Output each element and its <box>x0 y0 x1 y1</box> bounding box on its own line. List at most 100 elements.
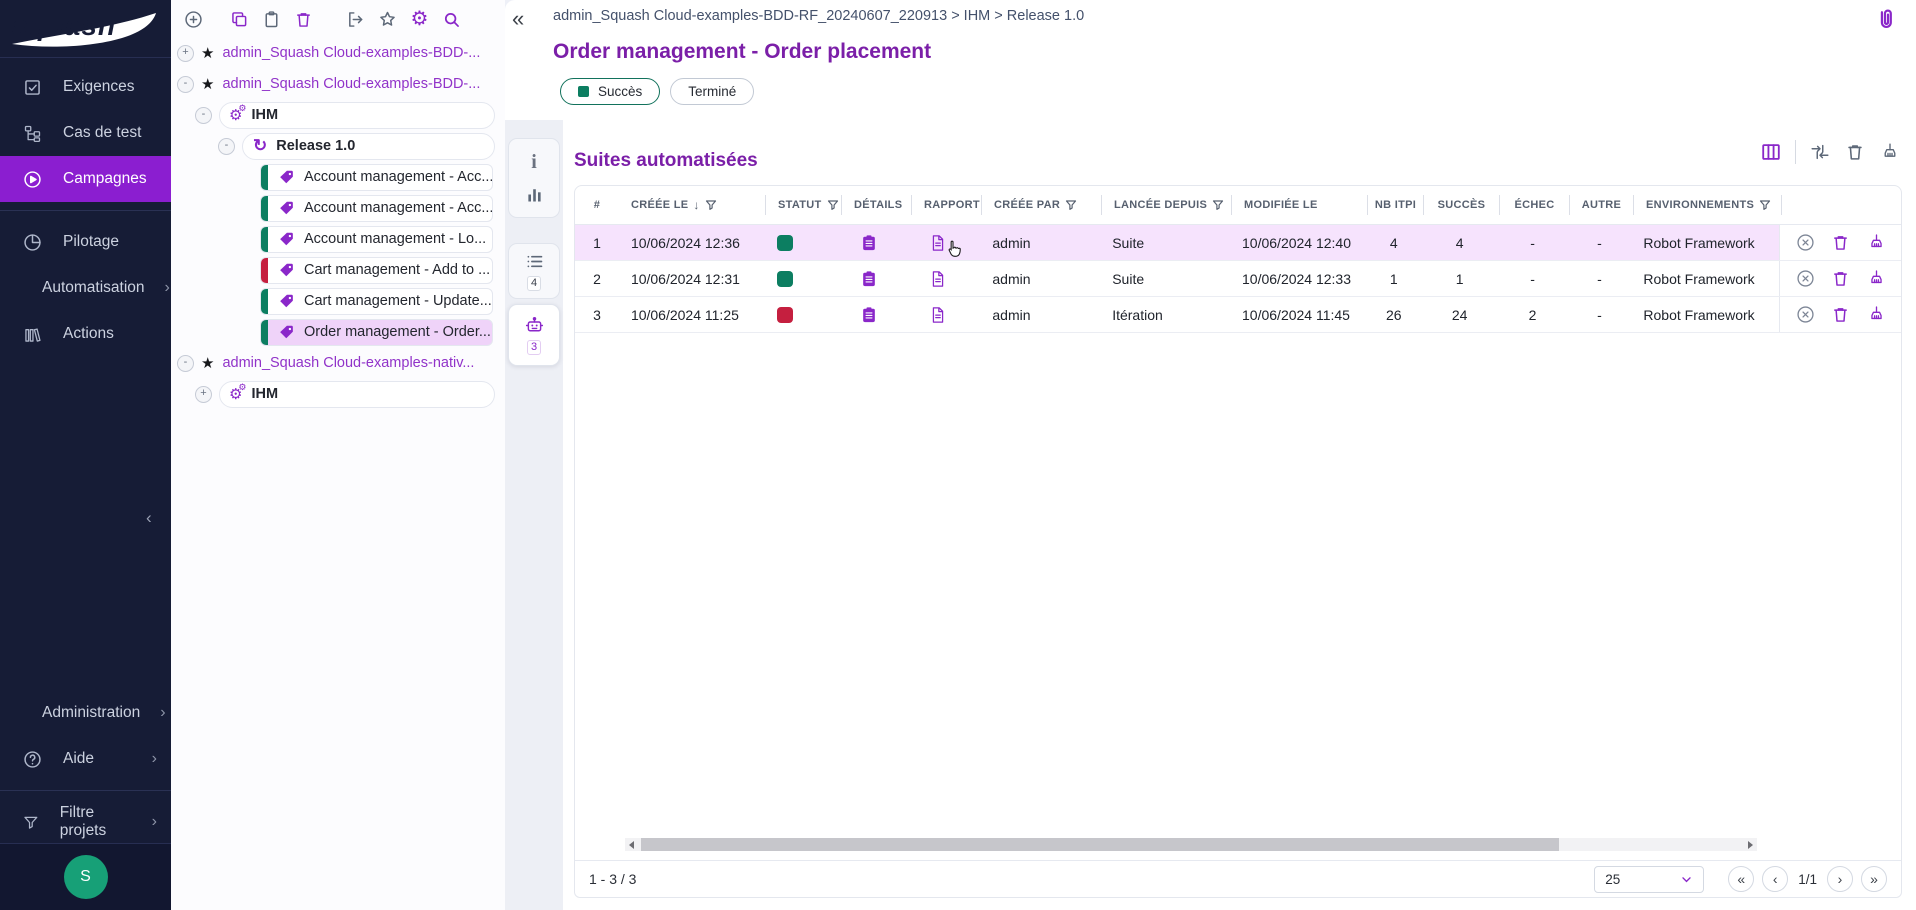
details-icon[interactable] <box>859 233 879 253</box>
delete-icon[interactable] <box>293 9 314 30</box>
column-header-cre-e-e-par[interactable]: CRÉÉE PAR <box>981 195 1101 215</box>
cancel-suite-icon[interactable] <box>1795 304 1816 325</box>
sidebar-item-filtre-projets[interactable]: Filtre projets › <box>0 799 171 845</box>
sidebar-item-automatisation[interactable]: Automatisation › <box>0 265 171 311</box>
column-header-nb-itpi[interactable]: NB ITPI <box>1367 195 1423 215</box>
sidebar-item-campagnes[interactable]: Campagnes <box>0 156 171 202</box>
sidebar-item-exigences[interactable]: Exigences <box>0 64 171 110</box>
tree-project-label[interactable]: admin_Squash Cloud-examples-BDD-... <box>222 45 480 61</box>
scroll-right-arrow[interactable] <box>1748 841 1753 849</box>
export-icon[interactable] <box>345 9 366 30</box>
table-row-suite-2[interactable]: 2 10/06/2024 12:31 admin Suite 10/06/202… <box>575 261 1901 297</box>
filter-funnel-icon[interactable] <box>827 199 839 211</box>
tree-expander[interactable]: - <box>218 138 235 155</box>
cancel-suite-icon[interactable] <box>1795 268 1816 289</box>
executions-tab[interactable]: 4 <box>508 243 560 299</box>
filter-funnel-icon[interactable] <box>705 199 717 211</box>
tree-iteration-cart-management-add-to[interactable]: Cart management - Add to ... <box>260 257 493 284</box>
tree-node-release-1-0[interactable]: ↻Release 1.0 <box>242 133 495 160</box>
sidebar-item-administration[interactable]: Administration › <box>0 690 171 736</box>
filter-columns-icon[interactable] <box>1809 141 1831 163</box>
configure-columns-icon[interactable] <box>1760 141 1782 163</box>
horizontal-scrollbar[interactable] <box>625 838 1757 851</box>
automated-suites-tab[interactable]: 3 <box>508 304 560 366</box>
scrollbar-thumb[interactable] <box>641 838 1559 851</box>
tree-expander[interactable]: + <box>195 386 212 403</box>
tree-iteration-account-management-acc[interactable]: Account management - Acc... <box>260 164 493 191</box>
search-icon[interactable] <box>441 9 462 30</box>
clean-suite-icon[interactable] <box>1866 268 1887 289</box>
page-size-select[interactable]: 25 <box>1594 866 1704 893</box>
delete-suite-icon[interactable] <box>1830 304 1851 325</box>
table-row-suite-1[interactable]: 1 10/06/2024 12:36 admin Suite 10/06/202… <box>575 225 1901 261</box>
delete-suite-icon[interactable] <box>1830 268 1851 289</box>
collapse-tree-button[interactable]: « <box>512 6 524 32</box>
column-header-autre[interactable]: AUTRE <box>1569 195 1633 215</box>
column-header-rapport[interactable]: RAPPORT <box>911 195 981 215</box>
tree-expander[interactable]: + <box>177 45 194 62</box>
column-header-environnements[interactable]: ENVIRONNEMENTS <box>1633 195 1781 215</box>
tree-node-ihm[interactable]: ⚙⚙IHM <box>219 102 495 129</box>
tree-expander[interactable]: - <box>177 355 194 372</box>
delete-suite-icon[interactable] <box>1830 232 1851 253</box>
cancel-suite-icon[interactable] <box>1795 232 1816 253</box>
settings-icon[interactable]: ⚙ <box>409 9 430 30</box>
tree-project-label[interactable]: admin_Squash Cloud-examples-BDD-... <box>222 76 480 92</box>
sidebar-collapse-icon[interactable]: ‹ <box>146 508 152 528</box>
user-avatar[interactable]: S <box>64 855 108 899</box>
tree-expander[interactable]: - <box>177 76 194 93</box>
tree-node-ihm[interactable]: ⚙⚙IHM <box>219 381 495 408</box>
attachments-paperclip-icon[interactable] <box>1872 6 1900 36</box>
cell-created-by: admin <box>980 225 1100 260</box>
next-page-button[interactable]: › <box>1827 866 1853 892</box>
report-icon[interactable] <box>928 269 948 289</box>
copy-icon[interactable] <box>229 9 250 30</box>
status-bar-green <box>261 319 268 346</box>
filter-funnel-icon[interactable] <box>1212 199 1224 211</box>
filter-funnel-icon[interactable] <box>1065 199 1077 211</box>
last-page-button[interactable]: » <box>1861 866 1887 892</box>
tree-iteration-order-management-order[interactable]: Order management - Order... <box>260 319 493 346</box>
details-icon[interactable] <box>859 305 879 325</box>
clean-suites-icon[interactable] <box>1879 141 1901 163</box>
breadcrumb[interactable]: admin_Squash Cloud-examples-BDD-RF_20240… <box>553 8 1084 24</box>
column-header-num[interactable]: # <box>575 195 619 215</box>
cell-launched-from: Suite <box>1100 261 1230 296</box>
sort-desc-icon[interactable]: ↓ <box>693 198 699 212</box>
first-page-button[interactable]: « <box>1728 866 1754 892</box>
add-icon[interactable] <box>183 9 204 30</box>
clean-suite-icon[interactable] <box>1866 232 1887 253</box>
star-icon: ★ <box>201 354 214 372</box>
column-header-modifie-e-le[interactable]: MODIFIÉE LE <box>1231 195 1367 215</box>
report-icon[interactable] <box>928 233 948 253</box>
tree-iteration-account-management-lo[interactable]: Account management - Lo... <box>260 226 493 253</box>
delete-suites-icon[interactable] <box>1844 141 1866 163</box>
tree-expander[interactable]: - <box>195 107 212 124</box>
tree-node-label: Account management - Acc... <box>304 200 492 216</box>
column-header-de-tails[interactable]: DÉTAILS <box>841 195 911 215</box>
column-header-lance-e-depuis[interactable]: LANCÉE DEPUIS <box>1101 195 1231 215</box>
report-icon[interactable] <box>928 305 948 325</box>
tree-iteration-cart-management-update[interactable]: Cart management - Update... <box>260 288 493 315</box>
squash-logo[interactable]: squash <box>0 0 171 58</box>
column-header-succe-s[interactable]: SUCCÈS <box>1423 195 1499 215</box>
cell-report <box>910 297 980 332</box>
info-and-stats-tab[interactable]: i <box>508 138 560 218</box>
tree-project-label[interactable]: admin_Squash Cloud-examples-nativ... <box>222 355 474 371</box>
details-icon[interactable] <box>859 269 879 289</box>
tree-iteration-account-management-acc[interactable]: Account management - Acc... <box>260 195 493 222</box>
sidebar-item-aide[interactable]: Aide › <box>0 736 171 782</box>
previous-page-button[interactable]: ‹ <box>1762 866 1788 892</box>
column-header-statut[interactable]: STATUT <box>765 195 841 215</box>
sidebar-item-actions[interactable]: Actions <box>0 311 171 357</box>
clean-suite-icon[interactable] <box>1866 304 1887 325</box>
paste-icon[interactable] <box>261 9 282 30</box>
sidebar-item-cas-de-test[interactable]: Cas de test <box>0 110 171 156</box>
favorite-icon[interactable] <box>377 9 398 30</box>
column-header-cre-e-e-le[interactable]: CRÉÉE LE ↓ <box>619 195 765 215</box>
sidebar-item-pilotage[interactable]: Pilotage <box>0 219 171 265</box>
column-header-e-chec[interactable]: ÉCHEC <box>1499 195 1569 215</box>
table-row-suite-3[interactable]: 3 10/06/2024 11:25 admin Itération 10/06… <box>575 297 1901 333</box>
scroll-left-arrow[interactable] <box>629 841 634 849</box>
filter-funnel-icon[interactable] <box>1759 199 1771 211</box>
